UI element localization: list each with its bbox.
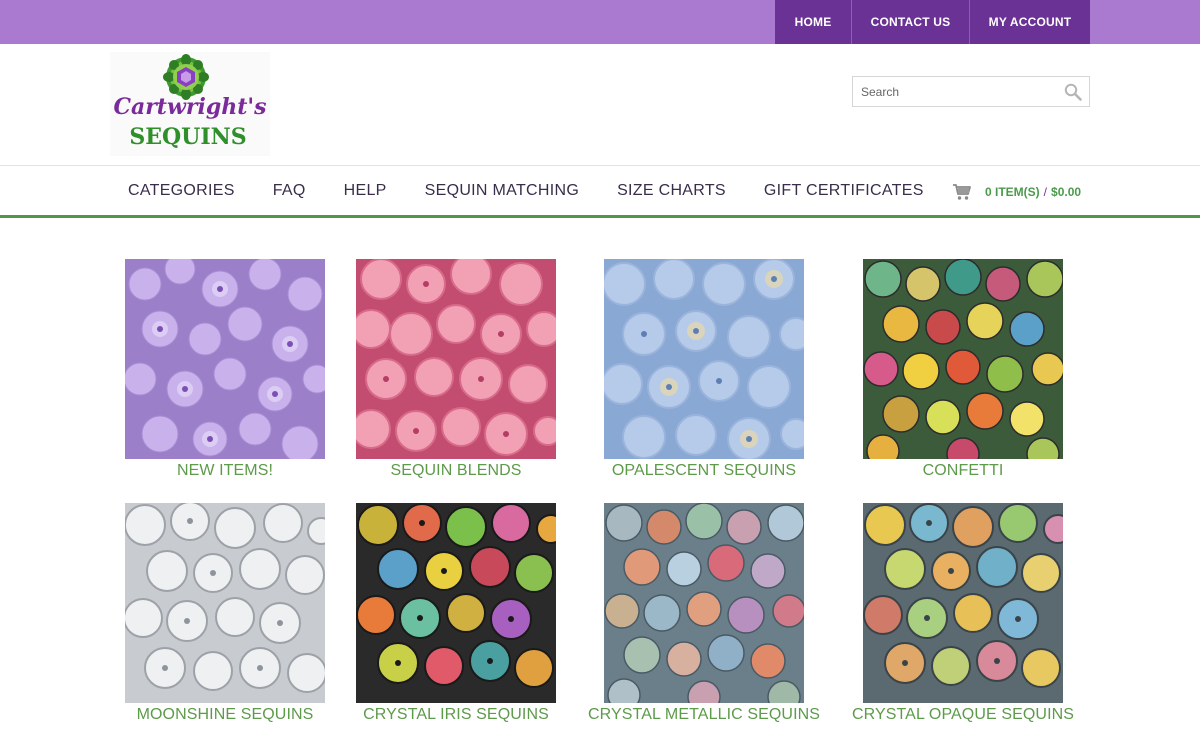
contact-us-link[interactable]: CONTACT US: [851, 0, 969, 44]
search-input[interactable]: [853, 77, 1053, 106]
logo-sequins-text: SEQUINS: [129, 124, 246, 150]
category-tile-crystal-iris-sequins[interactable]: CRYSTAL IRIS SEQUINS: [356, 503, 556, 723]
shopping-cart-icon: [953, 184, 971, 200]
category-tile-crystal-metallic-sequins[interactable]: CRYSTAL METALLIC SEQUINS: [588, 503, 820, 723]
moonshine-sequins-image[interactable]: [125, 503, 325, 703]
new-items-image[interactable]: [125, 259, 325, 459]
nav-categories[interactable]: CATEGORIES: [128, 182, 235, 200]
main-nav: CATEGORIES FAQ HELP SEQUIN MATCHING SIZE…: [0, 165, 1200, 218]
top-nav: HOME CONTACT US MY ACCOUNT: [775, 0, 1090, 44]
home-link[interactable]: HOME: [775, 0, 851, 44]
search-icon[interactable]: [1064, 83, 1082, 101]
category-label[interactable]: CRYSTAL OPAQUE SEQUINS: [803, 706, 1123, 724]
site-logo[interactable]: Cartwright's SEQUINS: [110, 52, 270, 156]
category-tile-crystal-opaque-sequins[interactable]: CRYSTAL OPAQUE SEQUINS: [852, 503, 1074, 723]
category-tile-moonshine-sequins[interactable]: MOONSHINE SEQUINS: [125, 503, 325, 723]
category-label[interactable]: CONFETTI: [803, 462, 1123, 480]
logo-script-text: Cartwright's: [113, 94, 266, 120]
cart-link[interactable]: 0 ITEM(S) / $0.00: [952, 182, 1081, 202]
nav-gift-certificates[interactable]: GIFT CERTIFICATES: [764, 182, 924, 200]
sequin-blends-image[interactable]: [356, 259, 556, 459]
nav-help[interactable]: HELP: [344, 182, 387, 200]
top-bar: HOME CONTACT US MY ACCOUNT: [0, 0, 1200, 44]
crystal-metallic-sequins-image[interactable]: [604, 503, 804, 703]
nav-faq[interactable]: FAQ: [273, 182, 306, 200]
crystal-opaque-sequins-image[interactable]: [863, 503, 1063, 703]
cart-separator: /: [1043, 185, 1048, 199]
crystal-iris-sequins-image[interactable]: [356, 503, 556, 703]
category-tile-confetti[interactable]: CONFETTI: [863, 259, 1063, 479]
category-tile-sequin-blends[interactable]: SEQUIN BLENDS: [356, 259, 556, 479]
cart-item-count: 0 ITEM(S): [985, 185, 1040, 199]
confetti-image[interactable]: [863, 259, 1063, 459]
nav-sequin-matching[interactable]: SEQUIN MATCHING: [425, 182, 579, 200]
my-account-link[interactable]: MY ACCOUNT: [969, 0, 1090, 44]
search-box: [852, 76, 1090, 107]
category-tile-new-items[interactable]: NEW ITEMS!: [125, 259, 325, 479]
nav-size-charts[interactable]: SIZE CHARTS: [617, 182, 726, 200]
category-tile-opalescent-sequins[interactable]: OPALESCENT SEQUINS: [604, 259, 804, 479]
cart-total: $0.00: [1051, 185, 1082, 199]
opalescent-sequins-image[interactable]: [604, 259, 804, 459]
